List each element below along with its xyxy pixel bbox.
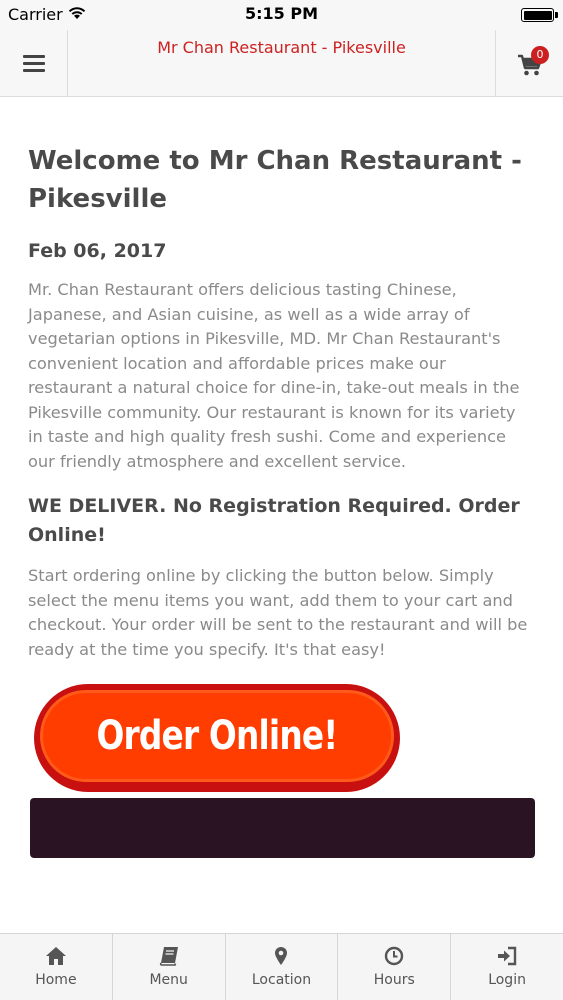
bottom-tab-bar: Home Menu Location Hours Login xyxy=(0,933,563,1000)
tab-hours[interactable]: Hours xyxy=(338,934,452,1000)
status-time: 5:15 PM xyxy=(244,4,318,23)
battery-tip xyxy=(555,12,558,18)
battery-icon xyxy=(521,8,554,22)
tab-login[interactable]: Login xyxy=(451,934,563,1000)
clock-icon xyxy=(385,946,404,966)
order-button-label: Order Online! xyxy=(96,713,338,759)
cart-button[interactable] xyxy=(495,30,563,96)
dark-banner xyxy=(30,798,535,858)
tab-hours-label: Hours xyxy=(373,972,415,988)
intro-paragraph: Mr. Chan Restaurant offers delicious tas… xyxy=(28,280,520,471)
order-button-face: Order Online! xyxy=(40,690,394,782)
instructions-paragraph: Start ordering online by clicking the bu… xyxy=(28,566,528,659)
post-date: Feb 06, 2017 xyxy=(28,240,167,262)
app-header: Mr Chan Restaurant - Pikesville 0 xyxy=(0,30,563,97)
status-bar: Carrier 5:15 PM xyxy=(0,0,563,30)
tab-menu-label: Menu xyxy=(149,972,188,988)
page-title: Welcome to Mr Chan Restaurant - Pikesvil… xyxy=(28,146,522,214)
tab-location-label: Location xyxy=(251,972,312,988)
delivery-heading: WE DELIVER. No Registration Required. Or… xyxy=(28,495,520,546)
hamburger-icon xyxy=(22,54,45,72)
home-icon xyxy=(45,947,66,965)
menu-toggle-button[interactable] xyxy=(0,30,68,96)
tab-menu[interactable]: Menu xyxy=(113,934,226,1000)
cart-count-badge: 0 xyxy=(531,46,549,64)
order-online-button[interactable]: Order Online! xyxy=(34,684,400,792)
tab-home[interactable]: Home xyxy=(0,934,113,1000)
tab-home-label: Home xyxy=(35,972,77,988)
login-icon xyxy=(498,946,517,966)
tab-location[interactable]: Location xyxy=(226,934,339,1000)
header-title: Mr Chan Restaurant - Pikesville xyxy=(157,38,406,57)
book-icon xyxy=(159,947,178,966)
map-pin-icon xyxy=(275,947,288,965)
tab-login-label: Login xyxy=(488,972,526,988)
